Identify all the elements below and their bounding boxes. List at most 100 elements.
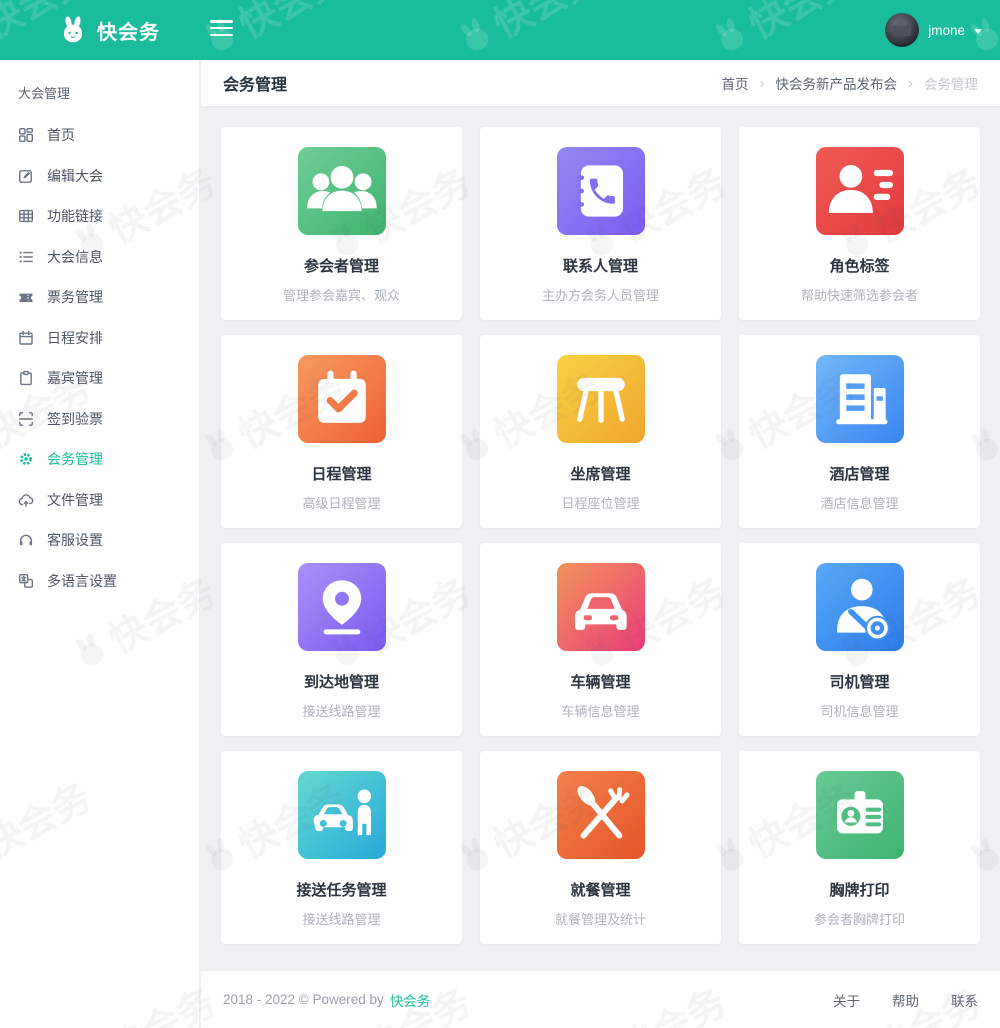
user-menu[interactable]: jmone bbox=[885, 0, 982, 60]
footer-copyright: 2018 - 2022 © Powered by 快会务 bbox=[223, 990, 430, 1010]
card-subtitle: 车辆信息管理 bbox=[561, 701, 639, 720]
chevron-down-icon bbox=[974, 29, 982, 34]
card-subtitle: 司机信息管理 bbox=[820, 701, 898, 720]
clipboard-icon bbox=[18, 370, 34, 386]
card-title: 车辆管理 bbox=[570, 671, 630, 692]
shuttle-icon bbox=[298, 771, 386, 859]
card-attendees[interactable]: 参会者管理管理参会嘉宾、观众 bbox=[221, 127, 462, 320]
sidebar-item-language[interactable]: 多语言设置 bbox=[0, 561, 199, 602]
sidebar-item-links[interactable]: 功能链接 bbox=[0, 196, 199, 237]
card-title: 就餐管理 bbox=[570, 879, 630, 900]
sidebar-item-home[interactable]: 首页 bbox=[0, 115, 199, 156]
scan-icon bbox=[18, 411, 34, 427]
card-seats[interactable]: 坐席管理日程座位管理 bbox=[480, 335, 721, 528]
card-title: 联系人管理 bbox=[563, 255, 638, 276]
sidebar-item-label: 日程安排 bbox=[47, 328, 103, 348]
sidebar-item-service[interactable]: 客服设置 bbox=[0, 520, 199, 561]
footer-link-1[interactable]: 帮助 bbox=[892, 990, 919, 1010]
dashboard-icon bbox=[18, 127, 34, 143]
sidebar-item-label: 票务管理 bbox=[47, 287, 103, 307]
sidebar-item-label: 嘉宾管理 bbox=[47, 368, 103, 388]
card-subtitle: 接送线路管理 bbox=[302, 701, 380, 720]
card-contacts[interactable]: 联系人管理主办方会务人员管理 bbox=[480, 127, 721, 320]
headset-icon bbox=[18, 532, 34, 548]
card-subtitle: 就餐管理及统计 bbox=[555, 909, 646, 928]
driver-icon bbox=[816, 563, 904, 651]
breadcrumb-item: 会务管理 bbox=[924, 73, 978, 93]
card-agenda[interactable]: 日程管理高级日程管理 bbox=[221, 335, 462, 528]
contacts-icon bbox=[557, 147, 645, 235]
card-arrivals[interactable]: 到达地管理接送线路管理 bbox=[221, 543, 462, 736]
building-icon bbox=[816, 355, 904, 443]
sidebar-item-files[interactable]: 文件管理 bbox=[0, 480, 199, 521]
card-subtitle: 管理参会嘉宾、观众 bbox=[283, 285, 400, 304]
menu-toggle-icon[interactable] bbox=[210, 20, 233, 40]
sidebar-item-edit[interactable]: 编辑大会 bbox=[0, 156, 199, 197]
sidebar-item-affairs[interactable]: 会务管理 bbox=[0, 439, 199, 480]
app-window: 快会务 jmone 大会管理 首页编辑大会功能链接大会信息票务管理日程安排嘉宾管… bbox=[0, 0, 1000, 1028]
page-title: 会务管理 bbox=[223, 71, 287, 95]
brand-logo[interactable]: 快会务 bbox=[58, 0, 160, 60]
card-subtitle: 酒店信息管理 bbox=[820, 493, 898, 512]
card-shuttle[interactable]: 接送任务管理接送线路管理 bbox=[221, 751, 462, 944]
breadcrumb-separator-icon: › bbox=[908, 75, 913, 92]
sidebar-item-label: 大会信息 bbox=[47, 247, 103, 267]
footer-link-0[interactable]: 关于 bbox=[833, 990, 860, 1010]
sidebar-item-label: 会务管理 bbox=[47, 449, 103, 469]
breadcrumb: 首页›快会务新产品发布会›会务管理 bbox=[722, 73, 979, 93]
sidebar-item-checkin[interactable]: 签到验票 bbox=[0, 399, 199, 440]
sidebar: 大会管理 首页编辑大会功能链接大会信息票务管理日程安排嘉宾管理签到验票会务管理文… bbox=[0, 60, 200, 1028]
sidebar-item-label: 签到验票 bbox=[47, 409, 103, 429]
card-drivers[interactable]: 司机管理司机信息管理 bbox=[739, 543, 980, 736]
footer-link-2[interactable]: 联系 bbox=[951, 990, 978, 1010]
sidebar-item-tickets[interactable]: 票务管理 bbox=[0, 277, 199, 318]
avatar bbox=[885, 13, 919, 47]
sidebar-item-info[interactable]: 大会信息 bbox=[0, 237, 199, 278]
card-title: 酒店管理 bbox=[829, 463, 889, 484]
car-icon bbox=[557, 563, 645, 651]
card-title: 到达地管理 bbox=[304, 671, 379, 692]
sidebar-item-label: 多语言设置 bbox=[47, 571, 117, 591]
sidebar-item-label: 编辑大会 bbox=[47, 166, 103, 186]
sidebar-menu: 首页编辑大会功能链接大会信息票务管理日程安排嘉宾管理签到验票会务管理文件管理客服… bbox=[0, 115, 199, 601]
breadcrumb-item[interactable]: 首页 bbox=[722, 73, 749, 93]
copyright-text: 2018 - 2022 © Powered by bbox=[223, 992, 384, 1007]
card-subtitle: 日程座位管理 bbox=[561, 493, 639, 512]
card-subtitle: 高级日程管理 bbox=[302, 493, 380, 512]
footer-links: 关于 帮助 联系 bbox=[833, 990, 978, 1010]
card-roles[interactable]: 角色标签帮助快速筛选参会者 bbox=[739, 127, 980, 320]
list-icon bbox=[18, 249, 34, 265]
sidebar-item-guests[interactable]: 嘉宾管理 bbox=[0, 358, 199, 399]
ticket-icon bbox=[18, 289, 34, 305]
sidebar-item-schedule[interactable]: 日程安排 bbox=[0, 318, 199, 359]
card-hotels[interactable]: 酒店管理酒店信息管理 bbox=[739, 335, 980, 528]
calendar-icon bbox=[18, 330, 34, 346]
card-dining[interactable]: 就餐管理就餐管理及统计 bbox=[480, 751, 721, 944]
card-vehicles[interactable]: 车辆管理车辆信息管理 bbox=[480, 543, 721, 736]
sidebar-item-label: 功能链接 bbox=[47, 206, 103, 226]
gear-icon bbox=[18, 451, 34, 467]
brand-name: 快会务 bbox=[97, 16, 160, 45]
card-title: 坐席管理 bbox=[570, 463, 630, 484]
page-header: 会务管理 首页›快会务新产品发布会›会务管理 bbox=[201, 60, 1000, 107]
role-tag-icon bbox=[816, 147, 904, 235]
card-title: 接送任务管理 bbox=[296, 879, 386, 900]
card-subtitle: 主办方会务人员管理 bbox=[542, 285, 659, 304]
footer-brand-link[interactable]: 快会务 bbox=[390, 990, 431, 1010]
card-title: 胸牌打印 bbox=[829, 879, 889, 900]
attendees-icon bbox=[298, 147, 386, 235]
location-pin-icon bbox=[298, 563, 386, 651]
sidebar-item-label: 文件管理 bbox=[47, 490, 103, 510]
breadcrumb-item[interactable]: 快会务新产品发布会 bbox=[776, 73, 898, 93]
top-bar: 快会务 jmone bbox=[0, 0, 1000, 60]
card-subtitle: 接送线路管理 bbox=[302, 909, 380, 928]
calendar-check-icon bbox=[298, 355, 386, 443]
sidebar-section-label: 大会管理 bbox=[0, 74, 199, 115]
card-badges[interactable]: 胸牌打印参会者胸牌打印 bbox=[739, 751, 980, 944]
main-area: 会务管理 首页›快会务新产品发布会›会务管理 参会者管理管理参会嘉宾、观众联系人… bbox=[201, 60, 1000, 1028]
rabbit-logo-icon bbox=[58, 15, 88, 45]
cutlery-icon bbox=[557, 771, 645, 859]
card-title: 参会者管理 bbox=[304, 255, 379, 276]
card-title: 角色标签 bbox=[829, 255, 889, 276]
edit-icon bbox=[18, 168, 34, 184]
